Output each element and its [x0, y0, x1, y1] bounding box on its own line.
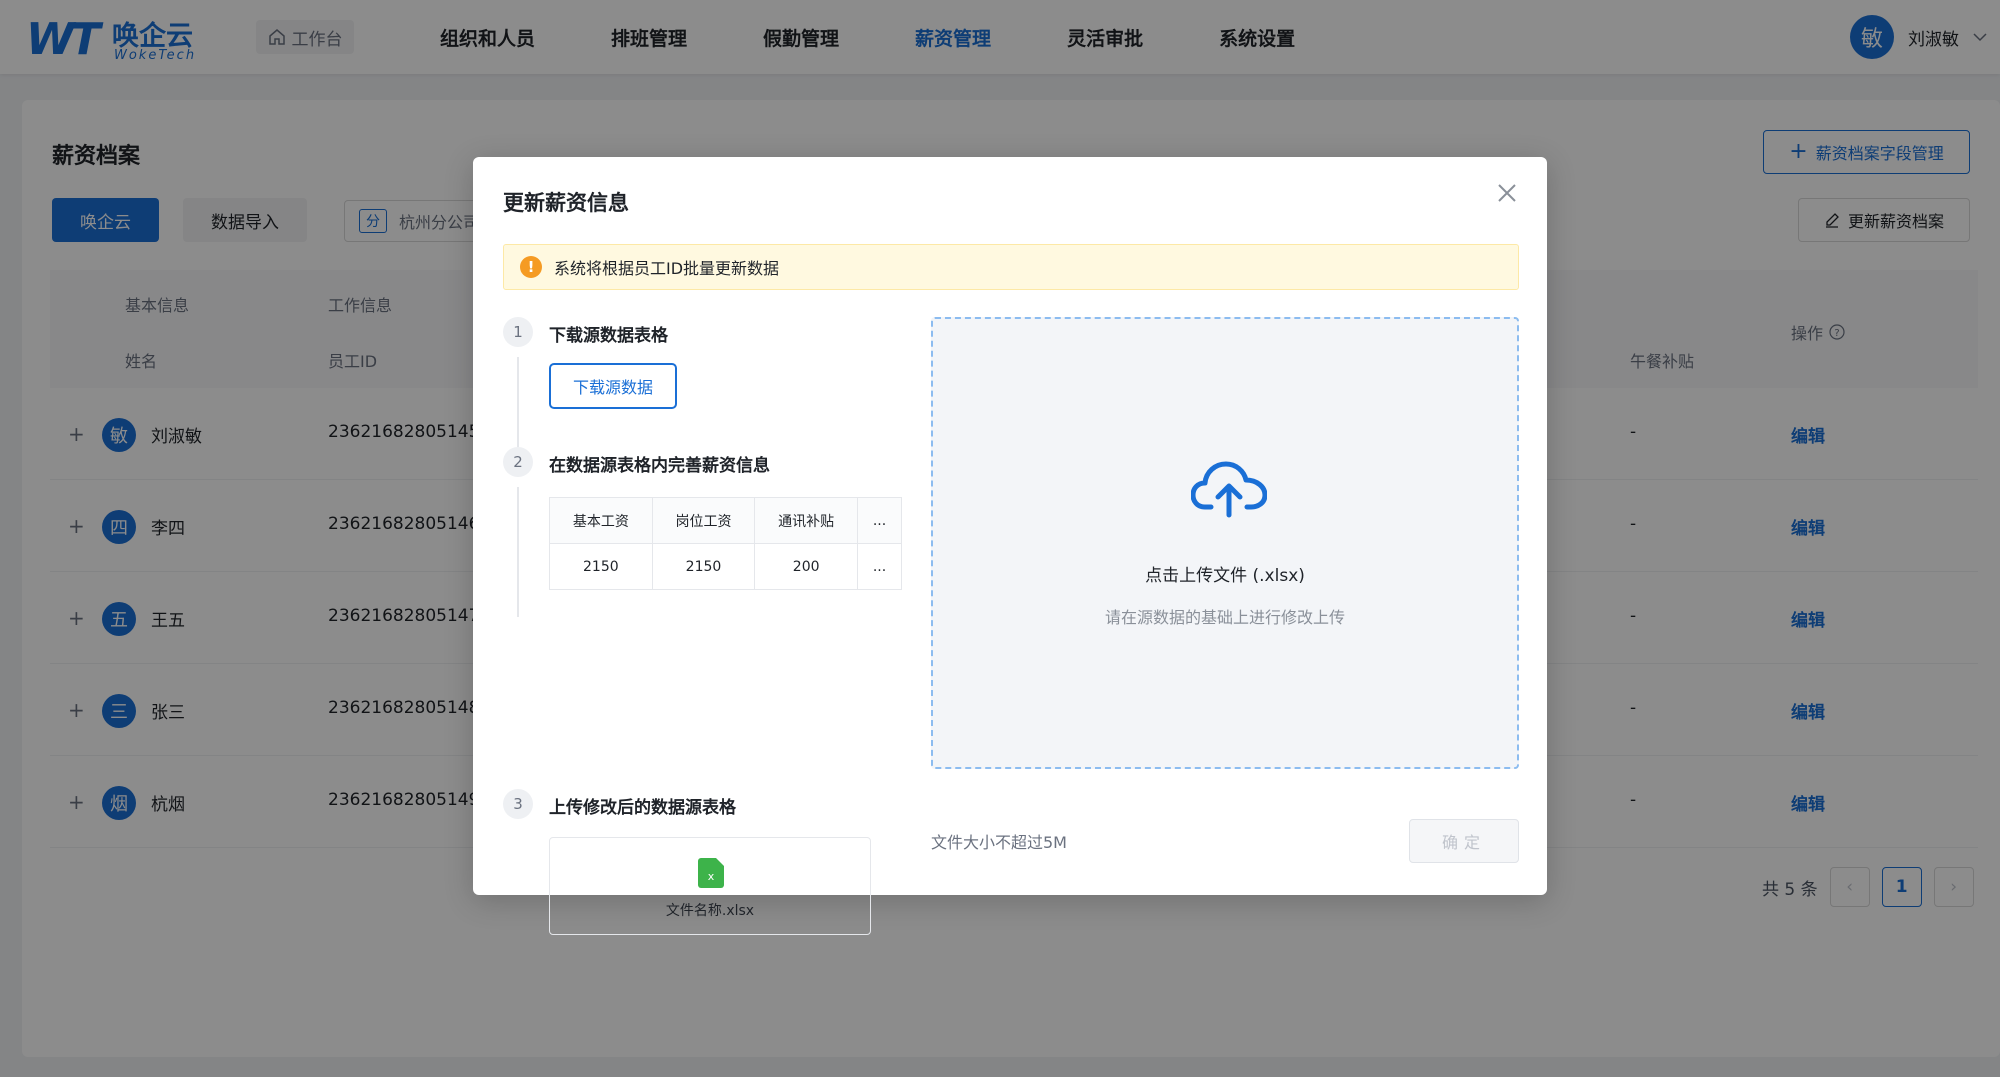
step-1-label: 下载源数据表格: [549, 326, 668, 346]
step-3-number: 3: [503, 789, 533, 819]
download-source-button[interactable]: 下载源数据: [549, 363, 677, 409]
close-icon[interactable]: [1493, 179, 1521, 207]
upload-hint: 请在源数据的基础上进行修改上传: [1104, 608, 1345, 627]
upload-dropzone[interactable]: 点击上传文件 (.xlsx) 请在源数据的基础上进行修改上传: [931, 317, 1519, 769]
info-notice: ! 系统将根据员工ID批量更新数据: [503, 244, 1519, 290]
step-2-label: 在数据源表格内完善薪资信息: [549, 456, 770, 476]
sample-header-cell: 通讯补贴: [754, 497, 858, 544]
sample-value-cell: ...: [857, 543, 902, 590]
step-1-number: 1: [503, 317, 533, 347]
update-salary-modal: 更新薪资信息 ! 系统将根据员工ID批量更新数据 1 下载源数据表格 下载源数据…: [473, 157, 1547, 935]
step-3-label: 上传修改后的数据源表格: [549, 798, 736, 818]
modal-title: 更新薪资信息: [503, 191, 629, 215]
sample-file-name: 文件名称.xlsx: [665, 903, 755, 919]
sample-value-cell: 200: [754, 543, 858, 590]
step-2-number: 2: [503, 447, 533, 477]
sample-value-cell: 2150: [549, 543, 653, 590]
sample-salary-table: 基本工资 岗位工资 通讯补贴 ... 2150 2150 200 ...: [549, 497, 902, 590]
sample-value-row: 2150 2150 200 ...: [549, 543, 902, 590]
sample-value-cell: 2150: [651, 543, 756, 590]
sample-file-card: x 文件名称.xlsx: [549, 837, 871, 935]
sample-header-row: 基本工资 岗位工资 通讯补贴 ...: [549, 497, 902, 544]
step-connector: [517, 357, 519, 447]
cloud-upload-icon: [1191, 461, 1267, 518]
notice-text: 系统将根据员工ID批量更新数据: [554, 259, 780, 278]
file-size-note: 文件大小不超过5M: [931, 833, 1067, 852]
sample-header-cell: 岗位工资: [651, 497, 756, 544]
warning-icon: !: [520, 256, 542, 278]
step-connector: [517, 487, 519, 617]
upload-text: 点击上传文件 (.xlsx): [1145, 566, 1305, 586]
steps-panel: 1 下载源数据表格 下载源数据 2 在数据源表格内完善薪资信息 基本工资 岗位工…: [503, 317, 913, 935]
excel-file-icon: x: [698, 858, 724, 888]
confirm-button[interactable]: 确定: [1409, 819, 1519, 863]
sample-header-cell: 基本工资: [549, 497, 653, 544]
sample-header-cell: ...: [857, 497, 902, 544]
